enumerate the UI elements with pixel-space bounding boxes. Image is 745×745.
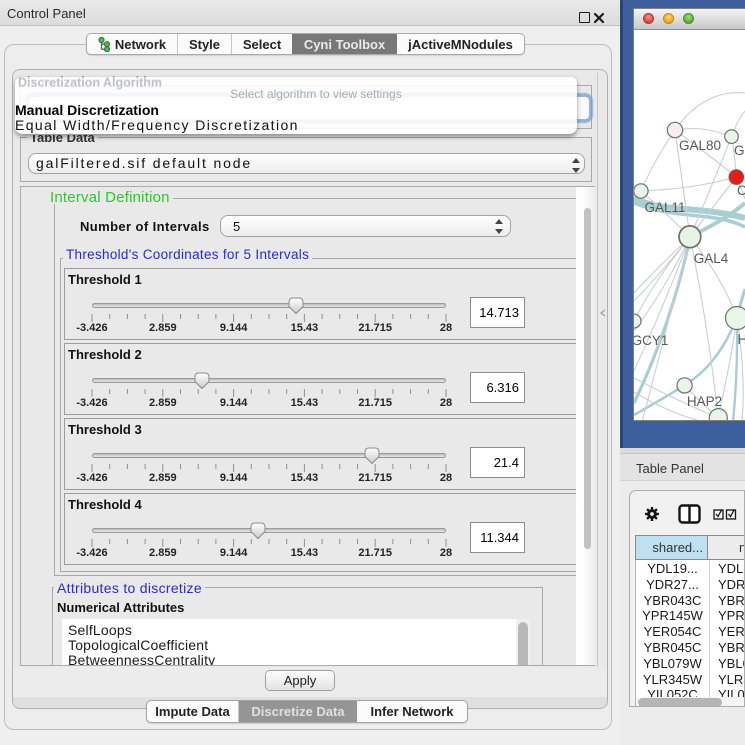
svg-text:H...: H... [738,332,745,347]
svg-text:GAL80: GAL80 [679,138,721,153]
svg-text:G...: G... [734,143,745,158]
svg-text:GAL4: GAL4 [694,251,729,266]
svg-text:C...: C... [737,183,745,198]
svg-text:GCY1: GCY1 [634,333,668,348]
svg-text:GAL11: GAL11 [644,200,685,215]
svg-text:HAP2: HAP2 [687,394,722,409]
